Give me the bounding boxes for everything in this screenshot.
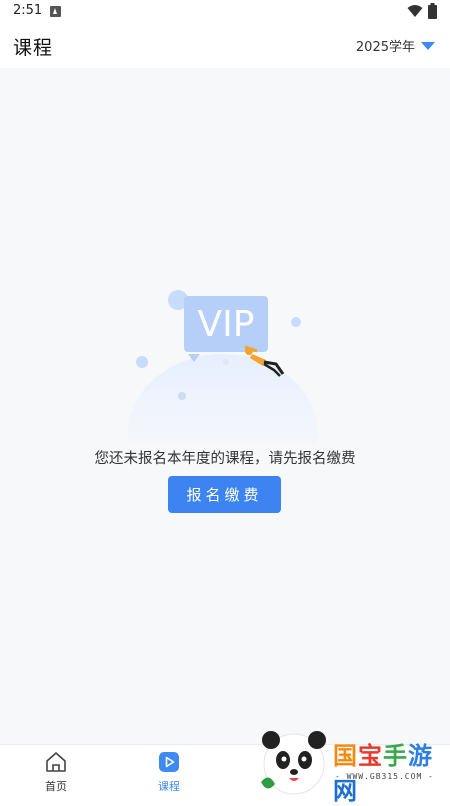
empty-state-message: 您还未报名本年度的课程，请先报名缴费 — [94, 451, 356, 467]
wm-char: 宝 — [358, 742, 383, 770]
vip-empty-illustration: VIP — [128, 290, 318, 444]
play-icon — [159, 752, 179, 772]
battery-icon — [428, 3, 437, 19]
main-content: VIP 您还未报名本年度的课程，请先报名缴费 报名缴费 — [0, 68, 450, 744]
wm-char: 游 — [408, 742, 433, 770]
home-icon — [46, 752, 66, 772]
year-label: 2025学年 — [355, 40, 415, 55]
tab-course[interactable]: 课程 — [134, 745, 204, 801]
tab-home[interactable]: 首页 — [21, 745, 91, 801]
status-time: 2:51 — [13, 3, 43, 18]
vip-label: VIP — [198, 304, 255, 345]
watermark-text: 国宝手游网 — [333, 736, 450, 806]
wifi-icon — [407, 5, 423, 17]
panda-logo-icon — [261, 731, 326, 795]
year-selector[interactable]: 2025学年 — [356, 36, 435, 55]
enroll-pay-button[interactable]: 报名缴费 — [168, 476, 281, 513]
wm-char: 手 — [383, 742, 408, 770]
tab-course-label: 课程 — [158, 780, 180, 793]
tab-home-label: 首页 — [45, 780, 67, 793]
notification-icon — [50, 6, 61, 17]
page-title: 课程 — [13, 37, 54, 59]
watermark-url: - WWW.GB315.COM - — [335, 772, 434, 781]
dropdown-triangle-icon — [421, 41, 435, 50]
header: 课程 2025学年 — [0, 24, 450, 68]
wm-char: 网 — [333, 777, 358, 805]
watermark-logo: 国宝手游网 - WWW.GB315.COM - — [255, 722, 450, 805]
status-bar: 2:51 — [0, 0, 450, 24]
wm-char: 国 — [333, 742, 358, 770]
